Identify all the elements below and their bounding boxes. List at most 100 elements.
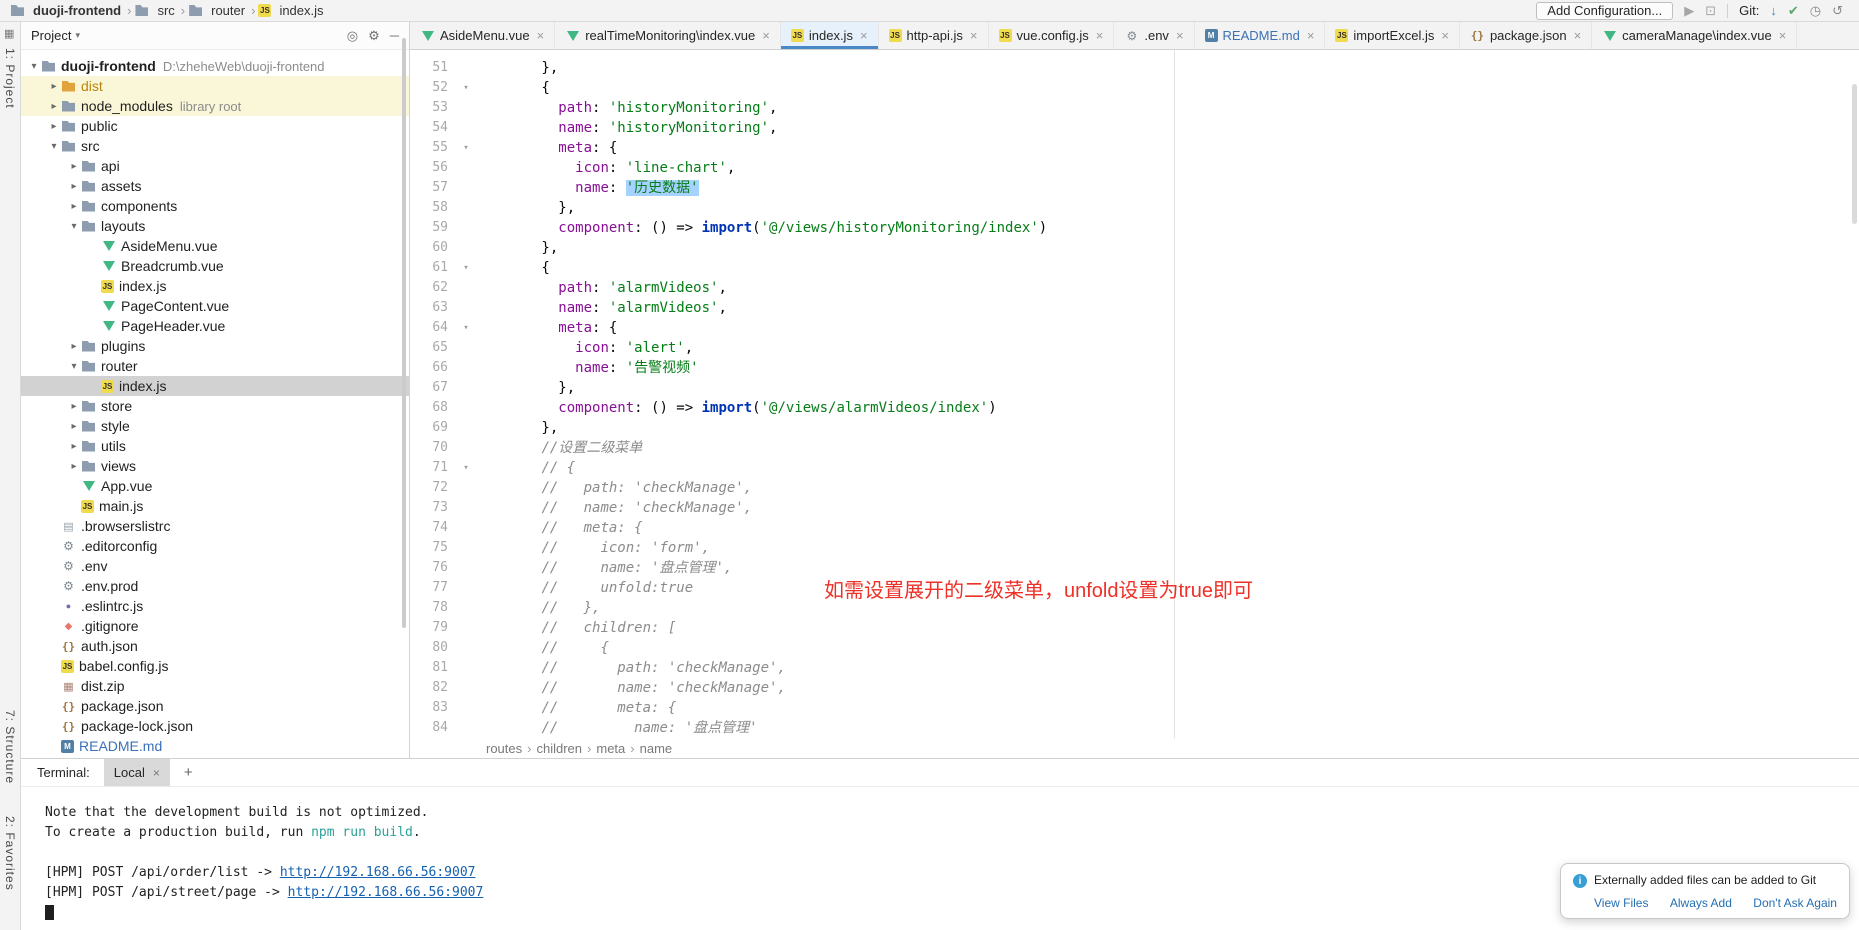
editor-breadcrumb-item[interactable]: meta [596,741,625,756]
locate-icon[interactable]: ◎ [347,28,358,44]
tree-item[interactable]: ▾layouts [21,216,409,236]
tree-item[interactable]: JSindex.js [21,276,409,296]
run-icon[interactable]: ▶ [1684,4,1694,17]
tab-close-icon[interactable]: × [537,28,545,43]
editor-tab[interactable]: JSindex.js× [781,22,879,49]
tree-item[interactable]: ▸assets [21,176,409,196]
chevron-right-icon[interactable]: ▸ [67,421,81,432]
chevron-right-icon[interactable]: ▸ [67,181,81,192]
tree-item[interactable]: ▾duoji-frontendD:\zheheWeb\duoji-fronten… [21,56,409,76]
editor-breadcrumb-item[interactable]: name [640,741,673,756]
tree-item[interactable]: ◆.gitignore [21,616,409,636]
breadcrumb-item[interactable]: index.js [279,3,323,18]
rollback-icon[interactable]: ↺ [1832,4,1843,17]
tree-item[interactable]: JSmain.js [21,496,409,516]
tab-close-icon[interactable]: × [1307,28,1315,43]
editor-breadcrumb-item[interactable]: children [536,741,582,756]
editor-tab[interactable]: ⚙.env× [1114,22,1194,49]
tree-item[interactable]: ▾src [21,136,409,156]
tree-item[interactable]: {}auth.json [21,636,409,656]
editor-tab[interactable]: JSvue.config.js× [989,22,1115,49]
tree-item[interactable]: ▸api [21,156,409,176]
tree-item[interactable]: Breadcrumb.vue [21,256,409,276]
tree-item[interactable]: {}package-lock.json [21,716,409,736]
editor-scrollbar[interactable] [1852,84,1857,224]
tree-item[interactable]: ▦dist.zip [21,676,409,696]
editor-breadcrumb-item[interactable]: routes [486,741,522,756]
tree-item[interactable]: ▸plugins [21,336,409,356]
notification-action[interactable]: Always Add [1670,896,1732,910]
project-scrollbar[interactable] [402,38,406,628]
tree-item[interactable]: ▤.browserslistrc [21,516,409,536]
tab-close-icon[interactable]: × [860,28,868,43]
chevron-down-icon[interactable]: ▾ [27,61,41,72]
close-icon[interactable]: × [153,766,160,780]
chevron-right-icon[interactable]: ▸ [67,441,81,452]
tree-item[interactable]: App.vue [21,476,409,496]
tree-item[interactable]: ▸dist [21,76,409,96]
chevron-right-icon[interactable]: ▸ [47,101,61,112]
add-configuration-button[interactable]: Add Configuration... [1536,2,1673,20]
chevron-right-icon[interactable]: ▸ [67,461,81,472]
fold-marker-icon[interactable]: ▾ [458,458,474,478]
tree-item[interactable]: ●.eslintrc.js [21,596,409,616]
tab-close-icon[interactable]: × [1096,28,1104,43]
editor-tab[interactable]: AsideMenu.vue× [410,22,555,49]
tab-close-icon[interactable]: × [1574,28,1582,43]
tab-close-icon[interactable]: × [970,28,978,43]
history-icon[interactable]: ◷ [1810,4,1821,17]
tree-item[interactable]: ▸style [21,416,409,436]
tab-close-icon[interactable]: × [1176,28,1184,43]
chevron-down-icon[interactable]: ▾ [67,361,81,372]
terminal-tab-local[interactable]: Local × [104,759,170,786]
tree-item[interactable]: JSbabel.config.js [21,656,409,676]
chevron-down-icon[interactable]: ▾ [67,221,81,232]
new-terminal-button[interactable]: + [184,764,193,781]
editor-tab[interactable]: cameraManage\index.vue× [1592,22,1797,49]
tree-item[interactable]: ▸public [21,116,409,136]
settings-icon[interactable]: ⚙ [368,28,380,44]
hide-panel-icon[interactable]: ─ [390,28,399,43]
notification-action[interactable]: View Files [1594,896,1648,910]
tree-item[interactable]: ⚙.env [21,556,409,576]
tree-item[interactable]: JSindex.js [21,376,409,396]
tab-close-icon[interactable]: × [1441,28,1449,43]
chevron-right-icon[interactable]: ▸ [67,341,81,352]
chevron-right-icon[interactable]: ▸ [47,121,61,132]
breadcrumb-item[interactable]: src [157,3,174,18]
git-update-icon[interactable]: ↓ [1770,4,1777,17]
chevron-right-icon[interactable]: ▸ [47,81,61,92]
fold-marker-icon[interactable]: ▾ [458,138,474,158]
breadcrumb-item[interactable]: duoji-frontend [33,3,121,18]
tree-item[interactable]: AsideMenu.vue [21,236,409,256]
stripe-project-button[interactable]: 1: Project [3,48,17,109]
fold-marker-icon[interactable]: ▾ [458,258,474,278]
tree-item[interactable]: ▸components [21,196,409,216]
tree-item[interactable]: ▸store [21,396,409,416]
chevron-right-icon[interactable]: ▸ [67,161,81,172]
tree-item[interactable]: PageHeader.vue [21,316,409,336]
fold-marker-icon[interactable]: ▾ [458,78,474,98]
tree-item[interactable]: ⚙.editorconfig [21,536,409,556]
stripe-favorites-button[interactable]: 2: Favorites [3,816,17,891]
tree-item[interactable]: ▸views [21,456,409,476]
chevron-down-icon[interactable]: ▾ [47,141,61,152]
tree-item[interactable]: ▸node_moduleslibrary root [21,96,409,116]
editor-tab[interactable]: JSimportExcel.js× [1325,22,1460,49]
tab-close-icon[interactable]: × [1779,28,1787,43]
chevron-right-icon[interactable]: ▸ [67,401,81,412]
tree-item[interactable]: ▾router [21,356,409,376]
stripe-structure-button[interactable]: 7: Structure [3,710,17,784]
editor-tab[interactable]: realTimeMonitoring\index.vue× [555,22,781,49]
tree-item[interactable]: MREADME.md [21,736,409,756]
project-view-selector[interactable]: Project ▾ [31,28,80,43]
tab-close-icon[interactable]: × [762,28,770,43]
breadcrumb-item[interactable]: router [211,3,245,18]
fold-marker-icon[interactable]: ▾ [458,318,474,338]
terminal-link[interactable]: http://192.168.66.56:9007 [288,885,484,900]
editor-code-area[interactable]: 51 },52▾ {53 path: 'historyMonitoring',5… [410,50,1859,738]
editor-tab[interactable]: {}package.json× [1460,22,1592,49]
editor-tab[interactable]: JShttp-api.js× [879,22,989,49]
tree-item[interactable]: ▸utils [21,436,409,456]
tree-item[interactable]: {}package.json [21,696,409,716]
